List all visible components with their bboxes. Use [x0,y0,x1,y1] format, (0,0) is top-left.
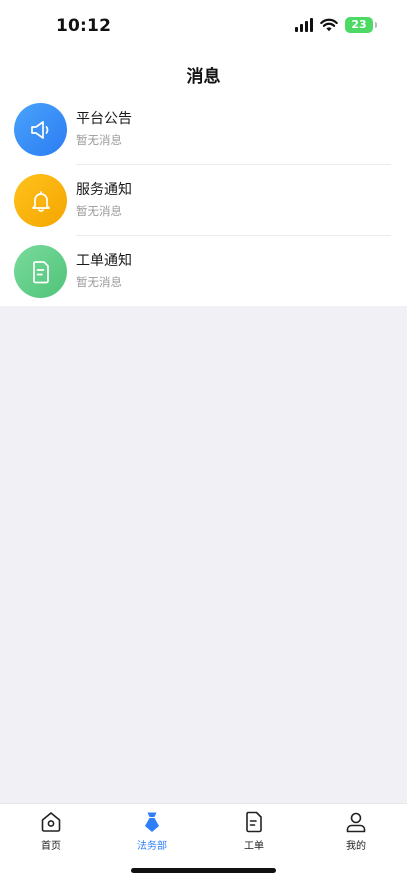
speaker-icon [14,103,67,156]
message-title: 工单通知 [76,253,132,269]
message-item-platform-announcement[interactable]: 平台公告 暂无消息 [0,94,407,165]
battery-indicator: 23 [345,17,377,33]
tab-home[interactable]: 首页 [11,810,91,856]
wifi-icon [320,18,338,32]
tab-label: 法务部 [137,841,167,852]
tab-legal-department[interactable]: 法务部 [112,810,192,856]
document-icon [246,811,262,833]
status-icons: 23 [295,17,377,33]
message-subtitle: 暂无消息 [76,275,122,289]
message-item-service-notice[interactable]: 服务通知 暂无消息 [0,165,407,236]
status-time: 10:12 [56,16,112,36]
navigation-bar: 消息 [0,52,407,94]
tab-label: 我的 [346,841,366,852]
tab-mine[interactable]: 我的 [316,810,396,856]
message-subtitle: 暂无消息 [76,133,122,147]
user-icon [346,812,366,833]
message-title: 服务通知 [76,182,132,198]
status-bar: 10:12 23 [0,0,407,52]
tab-work-order[interactable]: 工单 [214,810,294,856]
message-subtitle: 暂无消息 [76,204,122,218]
home-indicator [131,868,276,873]
message-item-work-order-notice[interactable]: 工单通知 暂无消息 [0,236,407,307]
cellular-signal-icon [295,18,313,32]
tab-label: 首页 [41,841,61,852]
document-icon [14,245,67,298]
home-icon [41,812,61,832]
message-title: 平台公告 [76,111,132,127]
legal-tie-icon [145,812,159,832]
tab-label: 工单 [244,841,264,852]
message-list: 平台公告 暂无消息 服务通知 暂无消息 工单通知 暂无消息 [0,94,407,306]
page-title: 消息 [186,67,221,87]
bell-icon [14,174,67,227]
